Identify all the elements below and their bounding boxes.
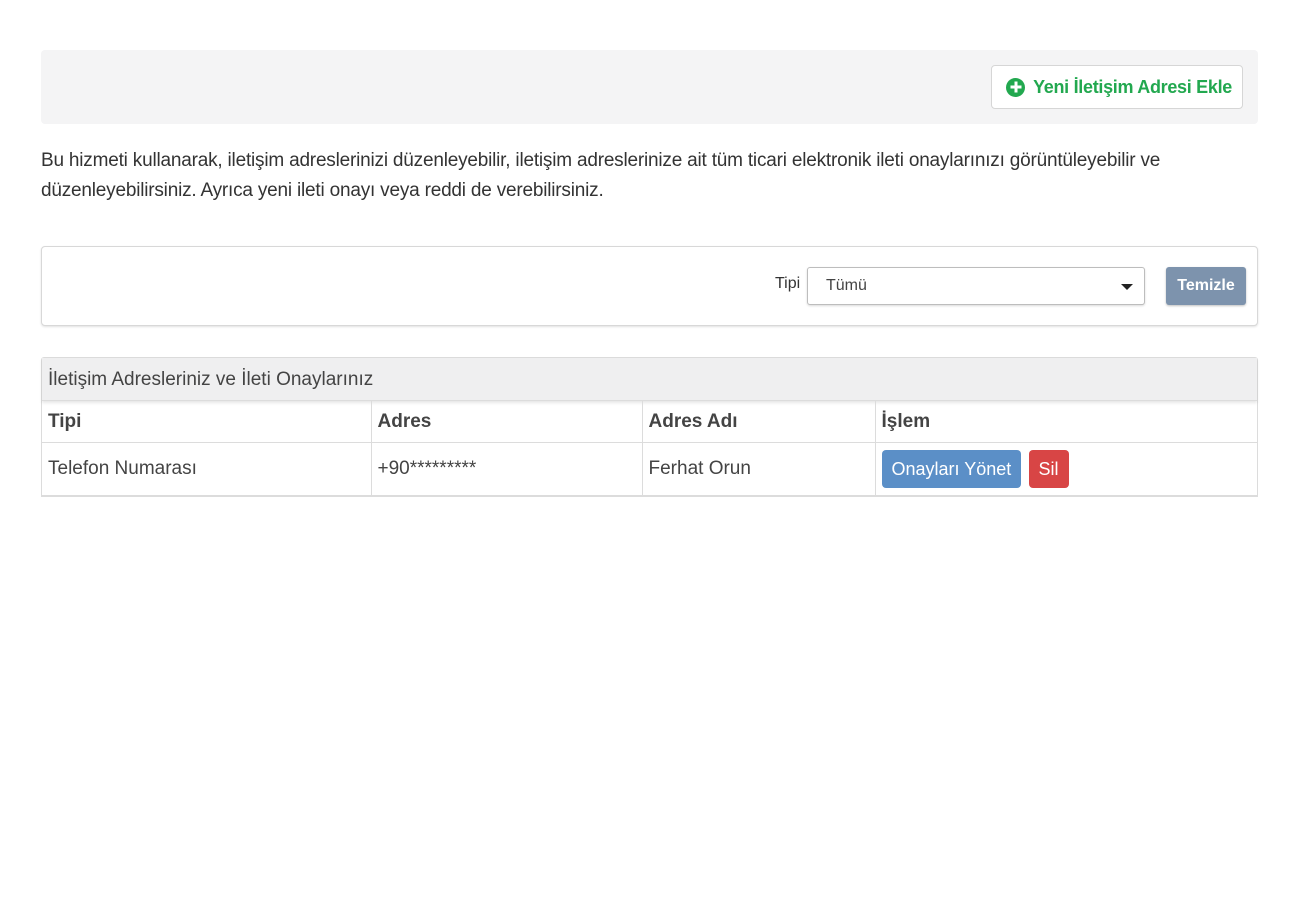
action-toolbar: Yeni İletişim Adresi Ekle [41, 50, 1258, 124]
cell-address-name: Ferhat Orun [642, 442, 876, 496]
add-contact-address-button[interactable]: Yeni İletişim Adresi Ekle [991, 65, 1243, 109]
type-filter-select[interactable]: Tümü [807, 267, 1145, 305]
plus-circle-icon [1006, 77, 1026, 97]
table-row: Telefon Numarası +90********* Ferhat Oru… [42, 442, 1257, 496]
page: Yeni İletişim Adresi Ekle Bu hizmeti kul… [0, 0, 1293, 906]
type-filter-label: Tipi [775, 275, 801, 292]
type-filter-value: Tümü [826, 277, 867, 294]
contact-addresses-table: Tipi Adres Adres Adı İşlem Telefon Numar… [42, 401, 1257, 496]
cell-address: +90********* [371, 442, 643, 496]
column-header-address: Adres [371, 401, 643, 443]
column-header-address-name: Adres Adı [642, 401, 876, 443]
column-header-type: Tipi [42, 401, 372, 443]
column-header-action: İşlem [875, 401, 1257, 443]
panel-heading: İletişim Adresleriniz ve İleti Onayların… [42, 358, 1257, 401]
manage-consents-button[interactable]: Onayları Yönet [881, 450, 1022, 488]
cell-type: Telefon Numarası [42, 442, 372, 496]
delete-button[interactable]: Sil [1028, 450, 1069, 488]
cell-actions: Onayları Yönet Sil [875, 442, 1257, 496]
add-contact-address-label: Yeni İletişim Adresi Ekle [1033, 76, 1232, 97]
caret-down-icon [1121, 284, 1133, 290]
clear-filter-button[interactable]: Temizle [1166, 267, 1246, 305]
filter-panel: Tipi Tümü Temizle [41, 246, 1258, 326]
table-header-row: Tipi Adres Adres Adı İşlem [42, 401, 1257, 443]
contact-addresses-panel: İletişim Adresleriniz ve İleti Onayların… [41, 357, 1258, 497]
service-description: Bu hizmeti kullanarak, iletişim adresler… [41, 150, 1161, 201]
